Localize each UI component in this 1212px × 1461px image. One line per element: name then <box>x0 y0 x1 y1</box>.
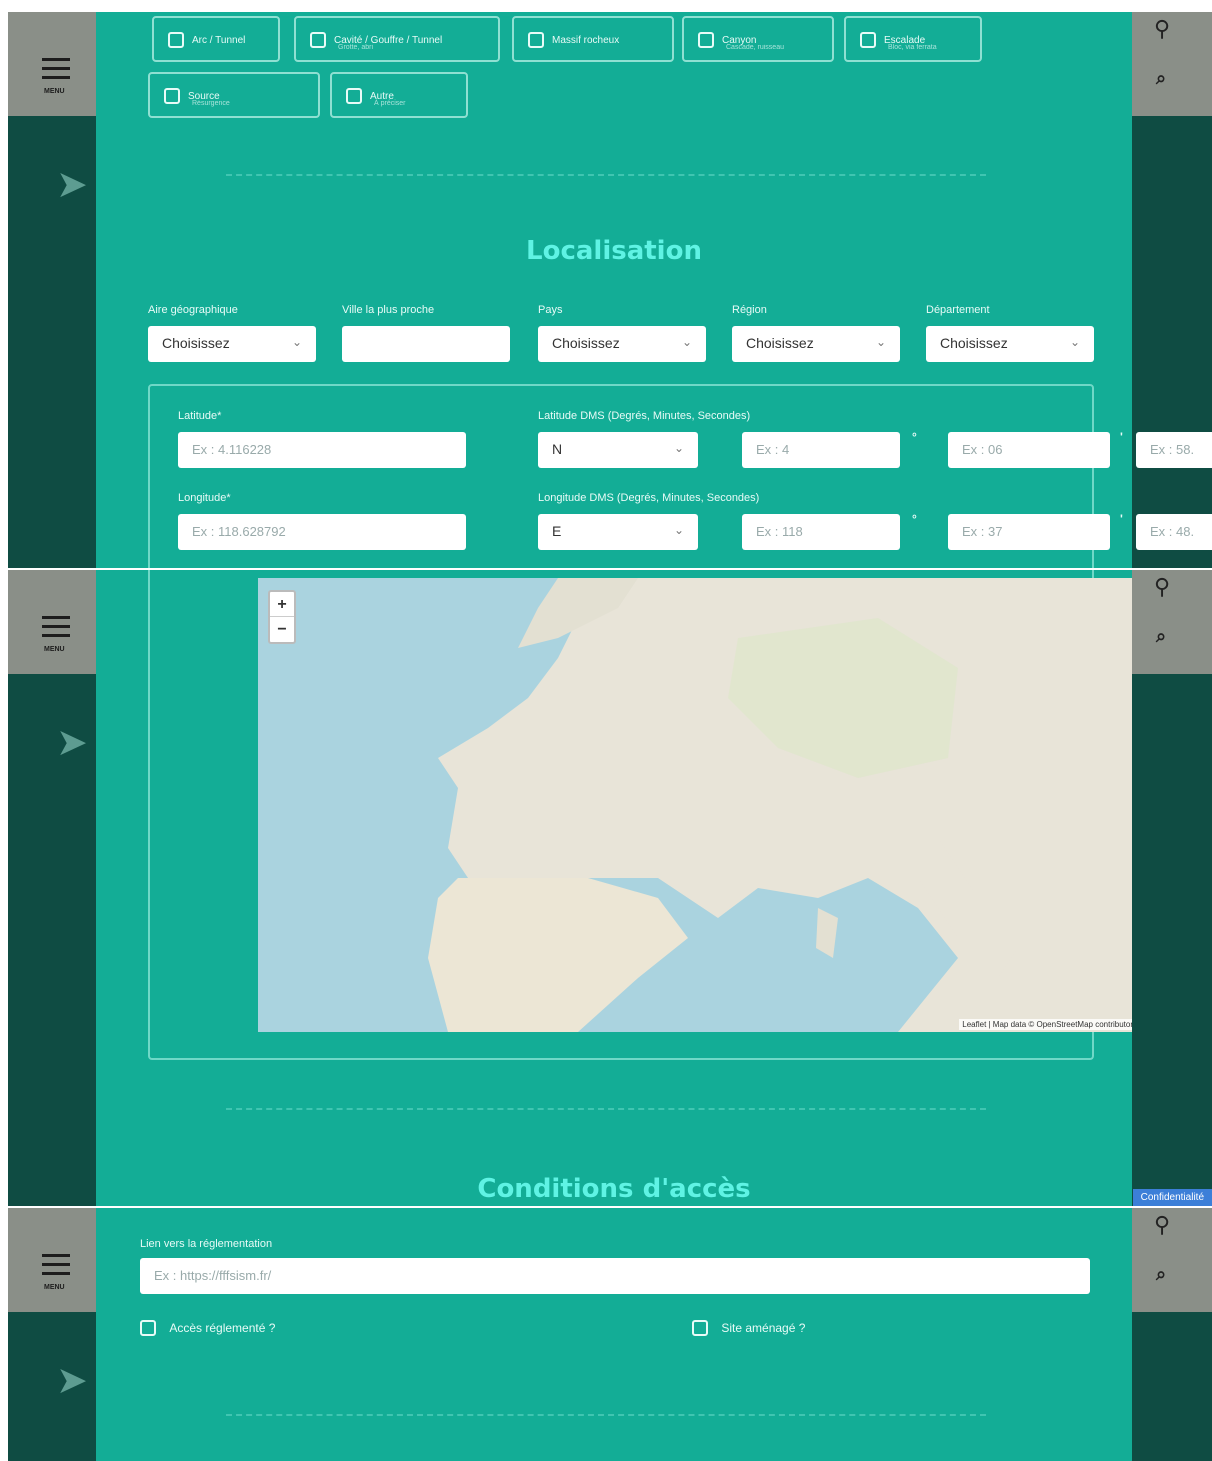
ville-label: Ville la plus proche <box>342 304 435 316</box>
page-slice-top: MENU ➤ Arc / Tunnel Cavité / Gouffre / T… <box>8 12 1212 568</box>
right-sidebar: ⚲ ⌕ Ex : 58. Ex : 48. <box>1132 12 1212 568</box>
minute-unit: ' <box>1120 430 1123 444</box>
lon-degrees-input[interactable]: Ex : 118 <box>742 514 900 550</box>
localisation-title: Localisation <box>526 236 702 266</box>
aire-label: Aire géographique <box>148 304 238 316</box>
degree-unit: ° <box>912 430 917 444</box>
logo-icon: ➤ <box>56 1360 88 1402</box>
lat-direction-select[interactable]: N ⌄ <box>538 432 698 468</box>
account-box: ⚲ ⌕ <box>1132 1208 1212 1312</box>
departement-select[interactable]: Choisissez ⌄ <box>926 326 1094 362</box>
form-panel: Arc / Tunnel Cavité / Gouffre / Tunnel Gr… <box>96 12 1132 568</box>
hamburger-icon <box>42 58 70 85</box>
right-sidebar: ⚲ ⌕ <box>1132 1208 1212 1461</box>
type-option-button[interactable]: Cavité / Gouffre / Tunnel Grotte, abri <box>294 16 500 62</box>
region-select[interactable]: Choisissez ⌄ <box>732 326 900 362</box>
menu-button[interactable]: MENU <box>8 12 96 116</box>
acces-title: Conditions d'accès <box>477 1174 751 1204</box>
latitude-label: Latitude* <box>178 410 222 422</box>
chevron-down-icon: ⌄ <box>673 523 684 537</box>
checkbox-icon <box>528 32 544 48</box>
page-slice-bottom: MENU ➤ Lien vers la réglementation Ex : … <box>8 1208 1212 1461</box>
search-icon[interactable]: ⌕ <box>1156 1264 1166 1285</box>
logo-icon: ➤ <box>56 722 88 764</box>
acces-reglemente-checkbox[interactable]: Accès réglementé ? <box>140 1320 275 1336</box>
type-option-button[interactable]: Canyon Cascade, ruisseau <box>682 16 834 62</box>
left-sidebar: MENU ➤ <box>8 1208 96 1461</box>
checkbox-icon <box>310 32 326 48</box>
map-tiles <box>428 578 1144 1032</box>
chevron-down-icon: ⌄ <box>875 335 886 349</box>
longitude-input[interactable]: Ex : 118.628792 <box>178 514 466 550</box>
lat-seconds-input[interactable]: Ex : 58. <box>1136 432 1212 468</box>
menu-button[interactable]: MENU <box>8 570 96 674</box>
user-icon[interactable]: ⚲ <box>1154 574 1170 600</box>
type-option-button[interactable]: Massif rocheux <box>512 16 674 62</box>
lat-dms-label: Latitude DMS (Degrés, Minutes, Secondes) <box>538 410 751 422</box>
account-box: ⚲ ⌕ <box>1132 12 1212 116</box>
page-slice-middle: MENU ➤ + − Leaflet | Map data © OpenStre… <box>8 570 1212 1206</box>
search-icon[interactable]: ⌕ <box>1156 626 1166 647</box>
aire-select[interactable]: Choisissez ⌄ <box>148 326 316 362</box>
chevron-down-icon: ⌄ <box>1069 335 1080 349</box>
chevron-down-icon: ⌄ <box>291 335 302 349</box>
search-icon[interactable]: ⌕ <box>1156 68 1166 89</box>
checkbox-icon <box>168 32 184 48</box>
right-sidebar: ⚲ ⌕ Confidentialité <box>1132 570 1212 1206</box>
lon-dms-label: Longitude DMS (Degrés, Minutes, Secondes… <box>538 492 760 504</box>
type-option-button[interactable]: Autre À préciser <box>330 72 468 118</box>
wave-divider <box>226 1108 986 1118</box>
region-label: Région <box>732 304 767 316</box>
zoom-out-button[interactable]: − <box>270 617 294 642</box>
lat-degrees-input[interactable]: Ex : 4 <box>742 432 900 468</box>
degree-unit: ° <box>912 512 917 526</box>
type-option-button[interactable]: Arc / Tunnel <box>152 16 280 62</box>
checkbox-icon <box>164 88 180 104</box>
zoom-in-button[interactable]: + <box>270 592 294 617</box>
checkbox-icon <box>860 32 876 48</box>
wave-divider <box>226 174 986 184</box>
wave-divider <box>226 1414 986 1424</box>
checkbox-icon <box>698 32 714 48</box>
menu-button[interactable]: MENU <box>8 1208 96 1312</box>
account-box: ⚲ ⌕ <box>1132 570 1212 674</box>
latitude-input[interactable]: Ex : 4.116228 <box>178 432 466 468</box>
privacy-button[interactable]: Confidentialité <box>1132 1189 1212 1206</box>
lon-direction-select[interactable]: E ⌄ <box>538 514 698 550</box>
departement-label: Département <box>926 304 990 316</box>
user-icon[interactable]: ⚲ <box>1154 16 1170 42</box>
lien-label: Lien vers la réglementation <box>140 1238 273 1250</box>
type-option-button[interactable]: Escalade Bloc, via ferrata <box>844 16 982 62</box>
lon-seconds-input[interactable]: Ex : 48. <box>1136 514 1212 550</box>
logo-icon: ➤ <box>56 164 88 206</box>
type-option-button[interactable]: Source Résurgence <box>148 72 320 118</box>
chevron-down-icon: ⌄ <box>681 335 692 349</box>
map-attribution[interactable]: Leaflet | Map data © OpenStreetMap contr… <box>959 1019 1140 1030</box>
hamburger-icon <box>42 616 70 643</box>
longitude-label: Longitude* <box>178 492 231 504</box>
form-panel: + − Leaflet | Map data © OpenStreetMap c… <box>96 570 1144 1206</box>
menu-label: MENU <box>44 1284 65 1291</box>
ville-input[interactable] <box>342 326 510 362</box>
site-amenage-checkbox[interactable]: Site aménagé ? <box>692 1320 805 1336</box>
minute-unit: ' <box>1120 512 1123 526</box>
menu-label: MENU <box>44 646 65 653</box>
left-sidebar: MENU ➤ <box>8 12 96 568</box>
menu-label: MENU <box>44 88 65 95</box>
zoom-control: + − <box>268 590 296 644</box>
checkbox-icon <box>140 1320 156 1336</box>
lien-input[interactable]: Ex : https://fffsism.fr/ <box>140 1258 1090 1294</box>
lon-minutes-input[interactable]: Ex : 37 <box>948 514 1110 550</box>
form-panel: Lien vers la réglementation Ex : https:/… <box>96 1208 1132 1461</box>
map-view[interactable]: + − Leaflet | Map data © OpenStreetMap c… <box>258 578 1144 1032</box>
checkbox-icon <box>692 1320 708 1336</box>
pays-select[interactable]: Choisissez ⌄ <box>538 326 706 362</box>
left-sidebar: MENU ➤ <box>8 570 96 1206</box>
lat-minutes-input[interactable]: Ex : 06 <box>948 432 1110 468</box>
chevron-down-icon: ⌄ <box>673 441 684 455</box>
hamburger-icon <box>42 1254 70 1281</box>
user-icon[interactable]: ⚲ <box>1154 1212 1170 1238</box>
pays-label: Pays <box>538 304 563 316</box>
checkbox-icon <box>346 88 362 104</box>
